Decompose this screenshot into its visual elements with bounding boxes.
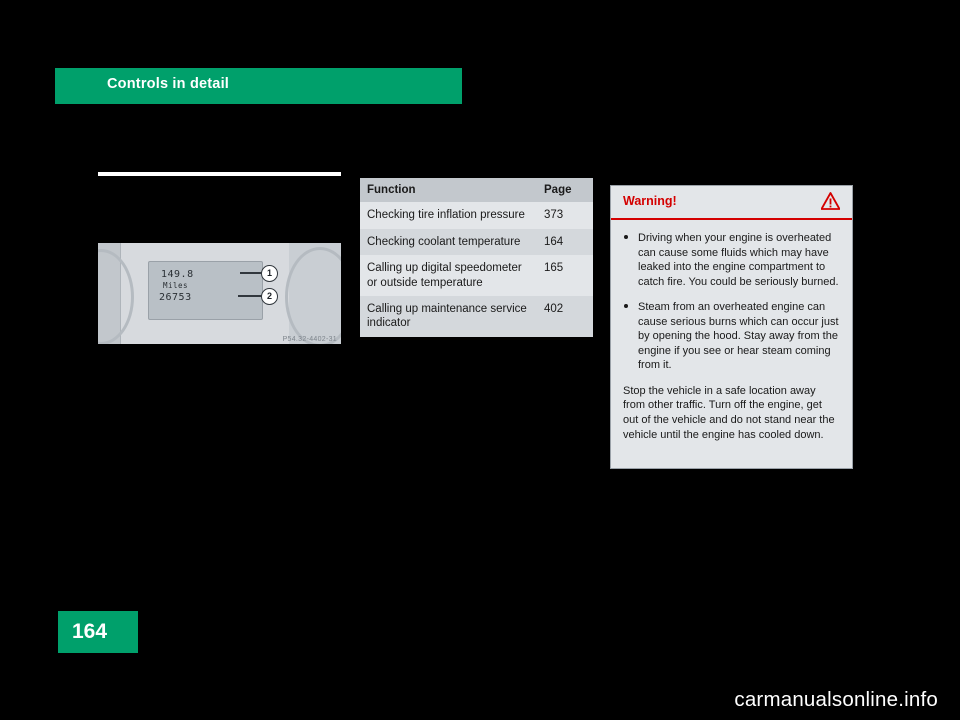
figure-callout-2: 2	[261, 288, 278, 305]
cluster-lcd-display: 149.8 Miles 26753	[148, 261, 263, 320]
cell-page[interactable]: 373	[540, 202, 593, 228]
instrument-cluster-figure: 149.8 Miles 26753 1 2 P54.32-4402-31	[98, 243, 341, 344]
page-number: 164	[72, 620, 108, 643]
cell-function: Checking tire inflation pressure	[367, 209, 525, 222]
figure-top-rule	[98, 172, 341, 176]
cell-page[interactable]: 402	[540, 296, 593, 337]
column-header-page: Page	[540, 178, 593, 203]
table-header-row: Function Page	[360, 178, 593, 203]
table-row: Calling up digital speedometer or outsid…	[360, 255, 593, 296]
table-row: Checking tire inflation pressure 373	[360, 202, 593, 229]
warning-bullet-text: Driving when your engine is overheated c…	[638, 232, 839, 288]
callout-leader-line-2	[238, 295, 262, 297]
function-page-table: Function Page Checking tire inflation pr…	[360, 178, 593, 337]
page-number-tab: 164	[58, 611, 138, 653]
figure-caption: P54.32-4402-31	[282, 336, 337, 343]
cell-function: Checking coolant temperature	[367, 235, 521, 248]
bullet-dot-icon	[624, 235, 628, 239]
figure-callout-1: 1	[261, 265, 278, 282]
page-title: Controls in detail	[107, 76, 230, 92]
cell-function: Calling up maintenance service indicator	[367, 302, 527, 330]
site-watermark: carmanualsonline.info	[734, 688, 938, 711]
warning-body: Driving when your engine is overheated c…	[611, 220, 852, 443]
warning-closing-text: Stop the vehicle in a safe location away…	[623, 384, 835, 441]
warning-callout-box: Warning! Driving when your engine is ove…	[610, 185, 853, 469]
cluster-right-bezel	[285, 243, 341, 344]
table-row: Checking coolant temperature 164	[360, 228, 593, 256]
cluster-right-dial-arc	[285, 247, 341, 344]
warning-bullet-item: Steam from an overheated engine can caus…	[623, 300, 840, 373]
cluster-left-bezel	[98, 243, 134, 344]
trip-odometer-value: 26753	[159, 292, 192, 303]
warning-title: Warning!	[623, 194, 677, 208]
warning-bullet-item: Driving when your engine is overheated c…	[623, 231, 840, 289]
warning-header: Warning!	[611, 186, 852, 220]
odometer-value: 149.8	[161, 269, 194, 280]
table-head: Function Page	[360, 178, 593, 203]
warning-triangle-icon	[821, 192, 840, 210]
cluster-left-dial-arc	[98, 249, 134, 344]
warning-bullet-text: Steam from an overheated engine can caus…	[638, 301, 839, 372]
cell-function: Calling up digital speedometer or outsid…	[367, 262, 522, 289]
section-header-bar: Controls in detail	[55, 68, 462, 104]
callout-leader-line-1	[240, 272, 262, 274]
bullet-dot-icon	[624, 304, 628, 309]
odometer-unit: Miles	[163, 281, 189, 290]
table-body: Checking tire inflation pressure 373 Che…	[360, 202, 593, 337]
cell-page[interactable]: 164	[540, 229, 593, 255]
table-row: Calling up maintenance service indicator…	[360, 295, 593, 337]
column-header-function: Function	[360, 178, 540, 203]
cell-page[interactable]: 165	[540, 255, 593, 296]
